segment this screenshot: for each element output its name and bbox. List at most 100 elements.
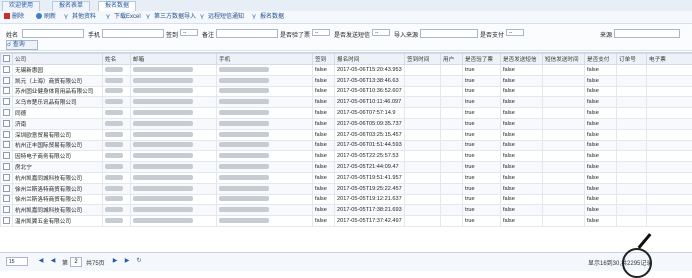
column-header[interactable]: 邮箱: [131, 54, 217, 65]
table-row[interactable]: 苏州固业健身体育用品有限公司false2017-05-06T10:36:52.6…: [1, 86, 692, 97]
remark-input[interactable]: [216, 29, 278, 38]
sms-sent-select[interactable]: --: [372, 29, 390, 36]
row-checkbox[interactable]: [1, 216, 13, 227]
row-checkbox[interactable]: [1, 162, 13, 173]
refresh-button[interactable]: 刷新: [36, 13, 56, 21]
signup-time-cell: 2017-05-05T17:38:21.693: [335, 205, 405, 216]
name-cell: [103, 194, 131, 205]
signin-time-cell: [405, 129, 441, 140]
row-checkbox[interactable]: [1, 129, 13, 140]
page-number-input[interactable]: 2: [70, 257, 82, 267]
table-row[interactable]: 因特电子商务有限公司false2017-05-05T22:25:57.53tru…: [1, 151, 692, 162]
row-checkbox[interactable]: [1, 183, 13, 194]
select-all-checkbox[interactable]: [1, 54, 13, 65]
column-header[interactable]: 姓名: [103, 54, 131, 65]
table-row[interactable]: 杭州凯嘉同城科技有限公司false2017-05-05T19:51:41.957…: [1, 172, 692, 183]
row-checkbox[interactable]: [1, 140, 13, 151]
user-cell: [441, 194, 463, 205]
column-header[interactable]: 短信发送时间: [543, 54, 585, 65]
signin-time-cell: [405, 172, 441, 183]
column-header[interactable]: 报名时间: [335, 54, 405, 65]
row-checkbox[interactable]: [1, 65, 13, 76]
phone-cell: [217, 86, 313, 97]
signed-cell: false: [313, 205, 335, 216]
table-body: 无锡新惠园false2017-05-06T15:20:43.953truefal…: [1, 65, 692, 227]
sms-notify-button[interactable]: Y远程短信通知: [200, 13, 244, 21]
reload-icon[interactable]: ↻: [136, 258, 142, 264]
column-header[interactable]: 签到时间: [405, 54, 441, 65]
e-ticket-cell: [647, 162, 692, 173]
table-row[interactable]: 同德false2017-05-06T07:57:14.9truefalsefal…: [1, 108, 692, 119]
email-cell: [131, 183, 217, 194]
column-header[interactable]: 是否发送短信: [501, 54, 543, 65]
phone-input[interactable]: [102, 29, 164, 38]
column-header[interactable]: 签到: [313, 54, 335, 65]
prev-page-icon[interactable]: ◀: [50, 258, 56, 264]
source-label: 来源: [600, 30, 612, 39]
tab-signup-form[interactable]: 报名表单: [52, 1, 90, 11]
ticket-checked-cell: true: [463, 86, 501, 97]
source-input[interactable]: [614, 29, 680, 38]
phone-cell: [217, 151, 313, 162]
table-row[interactable]: 徐州兰斯洛特商贸有限公司false2017-05-05T19:12:21.637…: [1, 194, 692, 205]
row-checkbox[interactable]: [1, 97, 13, 108]
row-checkbox[interactable]: [1, 151, 13, 162]
table-row[interactable]: 徐州兰斯洛特商贸有限公司false2017-05-05T19:25:22.457…: [1, 183, 692, 194]
row-checkbox[interactable]: [1, 86, 13, 97]
signin-time-cell: [405, 75, 441, 86]
table-row[interactable]: 房北宁false2017-05-05T21:44:09.47truefalsef…: [1, 162, 692, 173]
first-page-icon[interactable]: ◀: [38, 258, 44, 264]
query-button[interactable]: ☌ 查询: [6, 40, 38, 50]
table-row[interactable]: 深圳欧意贸易有限公司false2017-05-06T03:25:15.457tr…: [1, 129, 692, 140]
email-cell: [131, 151, 217, 162]
signup-time-cell: 2017-05-05T19:12:21.637: [335, 194, 405, 205]
row-checkbox[interactable]: [1, 194, 13, 205]
user-cell: [441, 172, 463, 183]
paid-select[interactable]: --: [506, 29, 524, 36]
other-info-button[interactable]: Y其他资料: [64, 13, 96, 21]
page-size-select[interactable]: 15: [6, 257, 28, 266]
order-no-cell: [617, 151, 647, 162]
column-header[interactable]: 电子票: [647, 54, 692, 65]
signed-select[interactable]: --: [180, 29, 198, 36]
download-excel-button[interactable]: Y下载Excel: [106, 13, 141, 21]
name-cell: [103, 108, 131, 119]
row-checkbox[interactable]: [1, 172, 13, 183]
column-header[interactable]: 是否验了票: [463, 54, 501, 65]
phone-cell: [217, 172, 313, 183]
row-checkbox[interactable]: [1, 118, 13, 129]
column-header[interactable]: 用户: [441, 54, 463, 65]
row-checkbox[interactable]: [1, 75, 13, 86]
name-input[interactable]: [22, 29, 84, 38]
column-header[interactable]: 订单号: [617, 54, 647, 65]
order-no-cell: [617, 172, 647, 183]
next-page-icon[interactable]: ▶: [112, 258, 118, 264]
table-row[interactable]: 温州凯翼五金有限公司false2017-05-05T17:37:42.497tr…: [1, 216, 692, 227]
table-row[interactable]: 凯元（上海）商贸有限公司false2017-05-06T13:38:46.63t…: [1, 75, 692, 86]
sms-time-cell: [543, 118, 585, 129]
ticket-checked-select[interactable]: --: [312, 29, 330, 36]
import-source-input[interactable]: [420, 29, 478, 38]
last-page-icon[interactable]: ▶: [124, 258, 130, 264]
table-row[interactable]: 济南false2017-05-06T05:09:35.737truefalsef…: [1, 118, 692, 129]
table-row[interactable]: 无锡新惠园false2017-05-06T15:20:43.953truefal…: [1, 65, 692, 76]
table-row[interactable]: 义乌市楚乐讯品有限公司false2017-05-06T10:11:46.097t…: [1, 97, 692, 108]
sms-time-cell: [543, 65, 585, 76]
name-cell: [103, 151, 131, 162]
signed-cell: false: [313, 118, 335, 129]
delete-button[interactable]: 删除: [4, 13, 24, 21]
signup-data-button[interactable]: Y报名数据: [252, 13, 284, 21]
table-row[interactable]: 杭州凯嘉同城科技有限公司false2017-05-05T17:38:21.693…: [1, 205, 692, 216]
signin-time-cell: [405, 183, 441, 194]
column-header[interactable]: 手机: [217, 54, 313, 65]
third-party-import-button[interactable]: Y第三方数据导入: [146, 13, 196, 21]
tab-welcome[interactable]: 欢迎使用: [2, 1, 40, 11]
column-header[interactable]: 是否支付: [585, 54, 617, 65]
row-checkbox[interactable]: [1, 205, 13, 216]
user-cell: [441, 162, 463, 173]
row-checkbox[interactable]: [1, 108, 13, 119]
table-row[interactable]: 杭州正丰国际贸易有限公司false2017-05-06T01:51:44.593…: [1, 140, 692, 151]
tab-signup-data[interactable]: 报名数据: [98, 1, 136, 11]
order-no-cell: [617, 205, 647, 216]
column-header[interactable]: 公司: [13, 54, 103, 65]
